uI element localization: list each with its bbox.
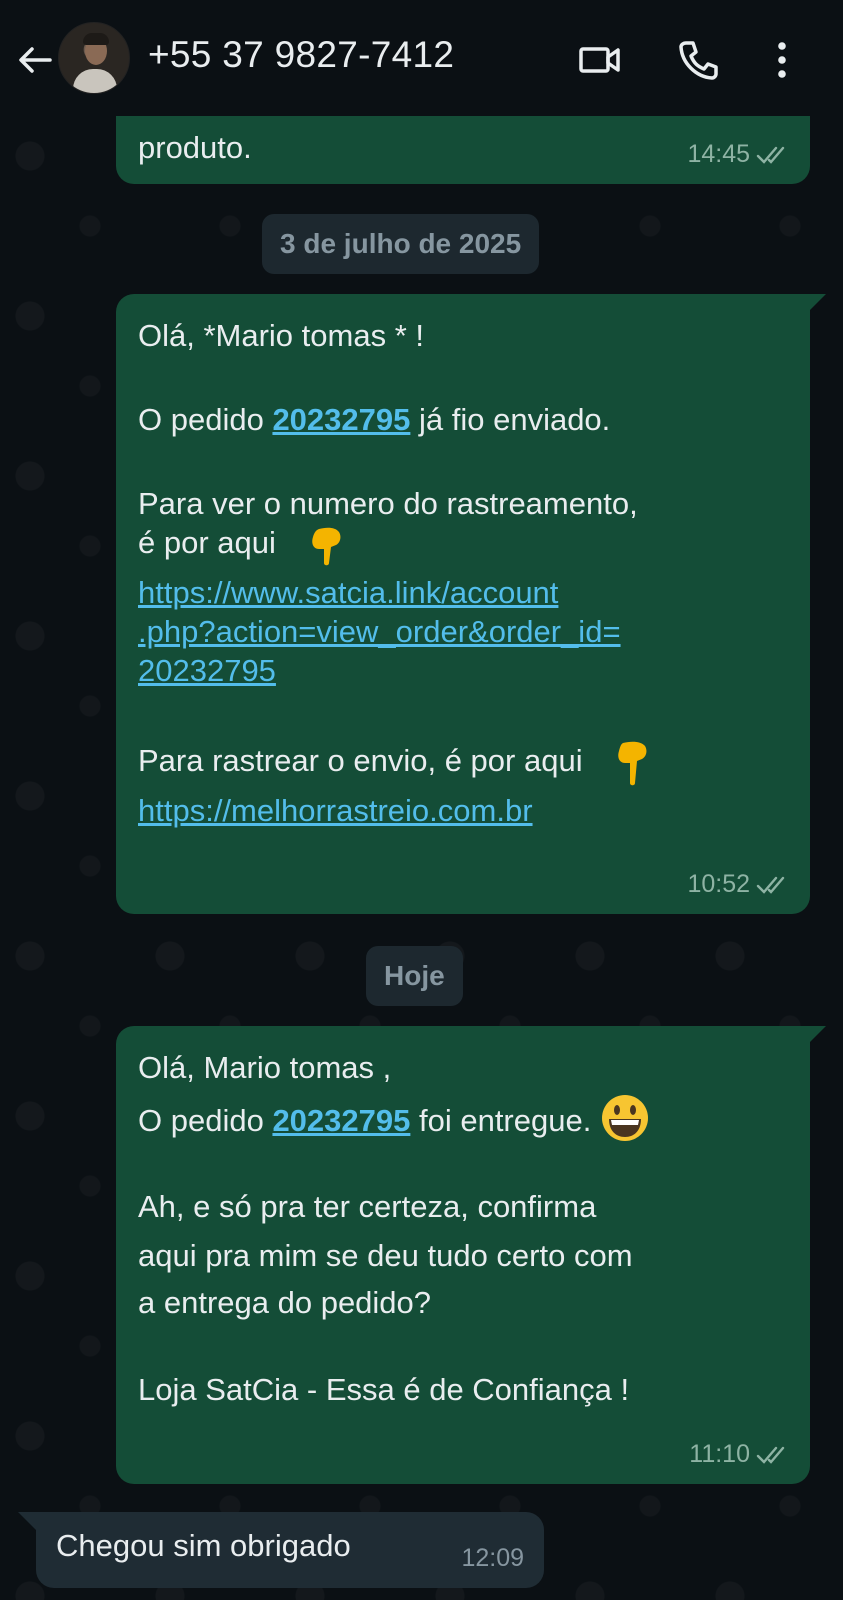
url-link[interactable]: 20232795 [138,651,788,690]
url-link[interactable]: https://www.satcia.link/account [138,573,788,612]
message-meta: 11:10 [689,1435,790,1474]
bubble-tail [808,294,826,312]
message-time: 10:52 [687,870,750,898]
message-time: 14:45 [687,140,750,168]
phone-icon[interactable] [676,38,720,82]
message-text: Chegou sim obrigado [56,1528,351,1563]
message-text: é por aqui [138,523,788,567]
date-divider: Hoje [366,946,463,1006]
avatar[interactable] [58,22,130,94]
chat-header: +55 37 9827-7412 [0,0,843,116]
message-time: 12:09 [461,1544,524,1572]
message-text: Loja SatCia - Essa é de Confiança ! [138,1371,630,1407]
message-text: Olá, Mario tomas , [138,1050,392,1085]
message-text: a entrega do pedido? [138,1284,432,1320]
message-bubble-outgoing[interactable]: Olá, Mario tomas , O pedido 20232795 foi… [116,1026,810,1484]
message-time: 11:10 [689,1440,750,1468]
message-meta: 10:52 [687,865,790,904]
message-text: O pedido 20232795 foi entregue. [138,1094,788,1143]
message-text: O pedido 20232795 já fio enviado. [138,402,611,437]
arrow-left-icon[interactable] [14,40,54,80]
message-bubble-incoming[interactable]: Chegou sim obrigado 12:09 [36,1512,544,1588]
date-divider: 3 de julho de 2025 [262,214,540,274]
message-text: aqui pra mim se deu tudo certo com [138,1237,633,1273]
url-link[interactable]: https://melhorrastreio.com.br [138,791,788,830]
order-number-link[interactable]: 20232795 [272,1103,410,1138]
date-label: 3 de julho de 2025 [280,228,522,259]
order-number-link[interactable]: 20232795 [272,402,410,437]
message-text: produto. [138,130,252,165]
bubble-tail [808,1026,826,1044]
contact-title[interactable]: +55 37 9827-7412 [148,34,454,76]
message-text: Para rastrear o envio, é por aqui [138,737,788,789]
grinning-face-emoji [601,1094,648,1141]
more-vertical-icon[interactable] [760,38,804,82]
date-label: Hoje [384,960,445,991]
double-check-icon [756,1446,785,1464]
message-meta: 12:09 [461,1539,524,1578]
video-camera-icon[interactable] [578,38,622,82]
backhand-index-pointing-down-emoji [618,741,647,786]
message-text: Ah, e só pra ter certeza, confirma [138,1188,597,1224]
backhand-index-pointing-down-emoji [311,527,340,566]
message-bubble-outgoing[interactable]: Olá, *Mario tomas * ! O pedido 20232795 … [116,294,810,914]
message-meta: 14:45 [687,135,790,174]
url-link[interactable]: .php?action=view_order&order_id= [138,612,788,651]
double-check-icon [756,146,785,164]
bubble-tail [18,1512,36,1530]
message-text: Para ver o numero do rastreamento, [138,486,638,521]
message-text: Olá, *Mario tomas * ! [138,318,424,353]
double-check-icon [756,876,785,894]
